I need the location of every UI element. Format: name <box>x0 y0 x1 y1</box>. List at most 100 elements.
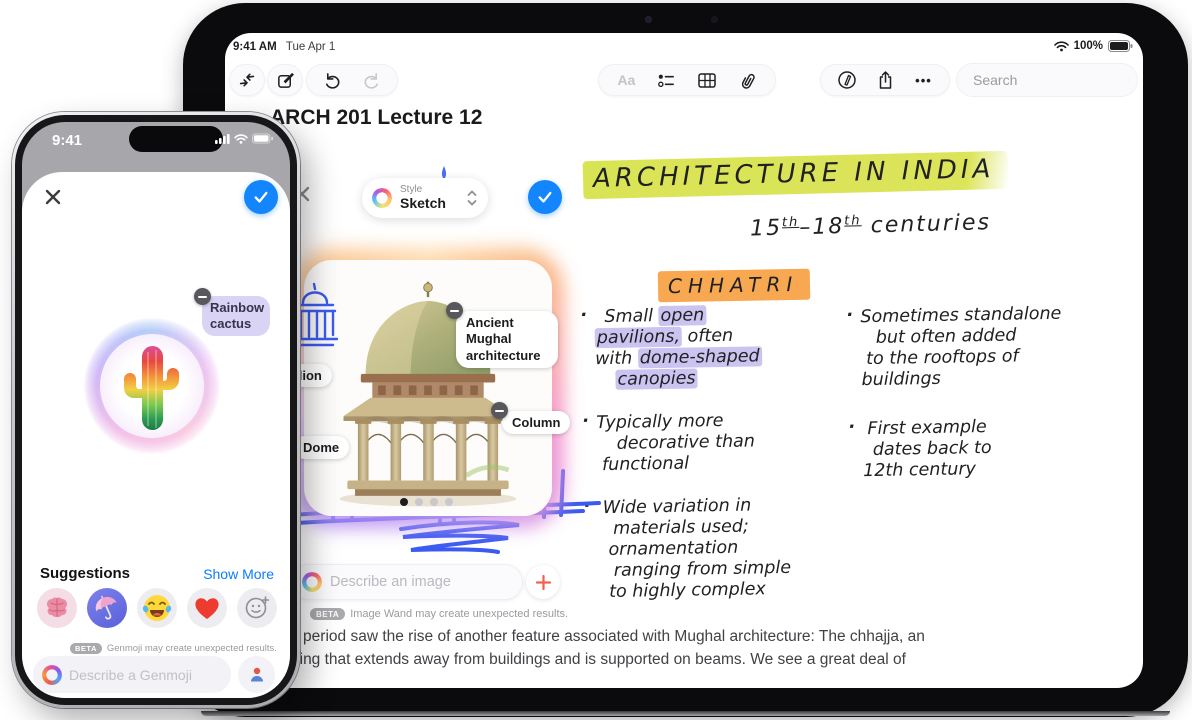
compose-icon <box>277 72 294 88</box>
ipad-camera-icon <box>645 16 652 23</box>
search-field[interactable] <box>956 63 1143 97</box>
generated-image <box>304 260 552 516</box>
suggestions-row <box>37 588 277 628</box>
show-more-link[interactable]: Show More <box>203 566 274 582</box>
handwritten-heading: ARCHITECTURE IN INDIA <box>582 150 1009 200</box>
battery-percent: 100% <box>1073 40 1103 52</box>
checkmark-icon <box>254 191 268 203</box>
remove-label-mughal-button[interactable] <box>446 302 463 319</box>
hero-canvas: 9:41 AM Tue Apr 1 100% Aa ••• Search ARC… <box>0 0 1192 720</box>
redo-icon <box>364 72 378 89</box>
genmoji-label[interactable]: Rainbow cactus <box>202 296 270 336</box>
attachment-button[interactable] <box>735 67 761 93</box>
notes-column-left: Small open pavilions, often with dome-sh… <box>594 303 850 625</box>
label-text: cactus <box>210 316 252 331</box>
wand-accept-button[interactable] <box>528 180 562 214</box>
redo-button[interactable] <box>358 67 384 93</box>
genmoji-beta-disclaimer: BETA Genmoji may create unexpected resul… <box>70 643 277 654</box>
markup-button[interactable] <box>834 67 860 93</box>
sub-sup: th <box>844 213 862 229</box>
beta-text: Genmoji may create unexpected results. <box>106 643 277 654</box>
suggestion-add-emoji-button[interactable] <box>237 588 277 628</box>
table-button[interactable] <box>694 67 720 93</box>
style-labels: Style Sketch <box>400 185 458 210</box>
beta-badge: BETA <box>310 608 346 620</box>
close-icon <box>45 189 61 205</box>
history-group <box>306 64 398 96</box>
suggestion-heart-emoji[interactable] <box>187 588 227 628</box>
label-text: Dome <box>303 440 340 455</box>
beta-text: Image Wand may create unexpected results… <box>350 608 569 620</box>
describe-genmoji-input[interactable] <box>69 666 222 683</box>
genmoji-sheet: Rainbow cactus Suggestions Show More BET… <box>22 172 290 698</box>
section-text: CHHATRI <box>657 268 811 303</box>
iphone-device: 9:41 Rainbow cactus Suggestions Show Mor… <box>12 112 300 708</box>
paragraph-line: ning that extends away from buildings an… <box>291 651 906 668</box>
label-text: Column <box>512 415 561 430</box>
label-text: Rainbow <box>210 300 265 315</box>
apple-intelligence-icon <box>372 188 392 208</box>
laughing-emoji-icon <box>142 595 172 621</box>
format-group: Aa <box>598 64 776 96</box>
label-ancient-mughal[interactable]: Ancient Mughal architecture <box>456 311 558 368</box>
umbrella-emoji-icon <box>95 595 117 620</box>
more-icon: ••• <box>915 72 932 88</box>
search-input[interactable] <box>973 72 1143 88</box>
share-button[interactable] <box>872 67 898 93</box>
variant-page-dots[interactable] <box>400 498 453 506</box>
notes-app-screen: 9:41 AM Tue Apr 1 100% Aa ••• Search ARC… <box>225 33 1143 688</box>
heading-text: ARCHITECTURE IN INDIA <box>582 150 1009 200</box>
sub-sup: th <box>781 214 800 231</box>
compose-button[interactable] <box>267 64 303 96</box>
ipad-status-bar: 9:41 AM Tue Apr 1 <box>233 41 335 53</box>
undo-button[interactable] <box>320 67 346 93</box>
describe-image-input[interactable] <box>330 574 517 590</box>
text-format-button[interactable]: Aa <box>613 67 639 93</box>
suggestion-brain-emoji[interactable] <box>37 588 77 628</box>
bullet-item: Typically more decorative than functiona… <box>596 409 847 476</box>
describe-genmoji-field[interactable] <box>33 656 231 693</box>
label-text: architecture <box>466 347 541 363</box>
genmoji-screen: 9:41 Rainbow cactus Suggestions Show Mor… <box>22 122 290 698</box>
remove-label-column-button[interactable] <box>491 402 508 419</box>
genmoji-person-button[interactable] <box>238 656 275 693</box>
bullet-item: Wide variation in materials used; orname… <box>598 494 850 603</box>
sub-text: centuries <box>861 210 992 239</box>
ipad-status-right: 100% <box>1053 40 1133 52</box>
bullet-item: First example dates back to 12th century <box>862 415 1113 482</box>
ipad-status-time: 9:41 AM <box>233 41 277 53</box>
label-dome[interactable]: Dome <box>293 436 350 459</box>
collapse-icon <box>239 73 255 87</box>
more-button[interactable]: ••• <box>911 67 937 93</box>
genmoji-close-button[interactable] <box>42 186 68 212</box>
heart-emoji-icon <box>195 598 219 619</box>
markup-icon <box>837 71 856 89</box>
style-value: Sketch <box>400 194 446 211</box>
brain-emoji-icon <box>47 597 67 618</box>
attachment-icon <box>741 73 755 89</box>
remove-genmoji-label-button[interactable] <box>194 288 211 305</box>
paragraph-line: s period saw the rise of another feature… <box>291 628 925 645</box>
notes-column-right: Sometimes standalone but often added to … <box>860 303 1113 504</box>
chevron-up-down-icon <box>467 190 477 206</box>
rainbow-cactus-emoji <box>124 346 179 430</box>
checklist-button[interactable] <box>654 67 680 93</box>
suggestions-title: Suggestions <box>40 565 131 582</box>
battery-icon <box>252 133 274 144</box>
wifi-icon <box>234 133 248 144</box>
suggestion-umbrella-emoji[interactable] <box>87 588 127 628</box>
bullet-item: Sometimes standalone but often added to … <box>860 303 1111 391</box>
suggestion-laughing-emoji[interactable] <box>137 588 177 628</box>
iphone-status-icons <box>215 133 274 144</box>
add-emoji-icon <box>245 596 270 619</box>
bullet-item: Small open pavilions, often with dome-sh… <box>594 303 845 391</box>
collapse-button[interactable] <box>229 64 265 96</box>
tools-group: ••• <box>820 64 950 96</box>
apple-intelligence-icon <box>42 664 62 685</box>
plus-icon <box>535 574 551 590</box>
handwritten-subheading: 15th–18th centuries <box>750 210 992 241</box>
ipad-sensor-icon <box>711 16 718 23</box>
label-column[interactable]: Column <box>502 411 571 434</box>
genmoji-accept-button[interactable] <box>244 180 278 214</box>
style-picker[interactable]: Style Sketch <box>362 178 488 218</box>
